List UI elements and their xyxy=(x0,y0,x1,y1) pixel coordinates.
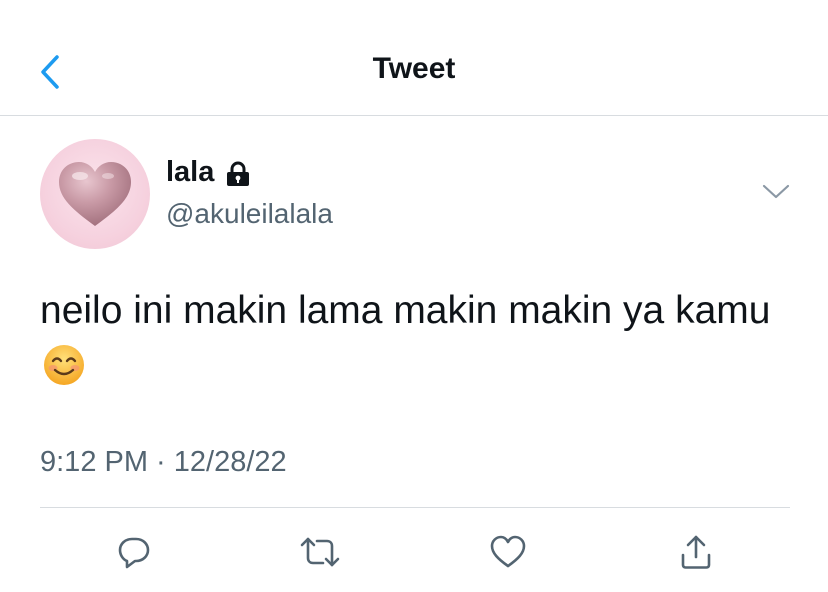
share-icon xyxy=(681,535,711,569)
smiling-face-emoji xyxy=(42,343,86,404)
tweet-timestamp[interactable]: 9:12 PM · 12/28/22 xyxy=(40,446,287,479)
divider xyxy=(40,507,790,508)
avatar[interactable] xyxy=(40,139,150,249)
like-icon xyxy=(490,535,526,568)
user-handle[interactable]: @akuleilalala xyxy=(166,198,333,230)
retweet-icon xyxy=(300,537,340,567)
display-name[interactable]: lala xyxy=(166,156,214,189)
more-options-button[interactable] xyxy=(760,180,792,204)
retweet-button[interactable] xyxy=(298,530,342,574)
share-button[interactable] xyxy=(674,530,718,574)
chevron-down-icon xyxy=(762,184,790,199)
like-button[interactable] xyxy=(486,530,530,574)
header-bar: Tweet xyxy=(0,0,828,116)
tweet-text: neilo ini makin lama makin makin ya kamu xyxy=(40,289,771,332)
page-title: Tweet xyxy=(372,52,456,85)
lock-icon xyxy=(224,161,252,187)
tweet-body: neilo ini makin lama makin makin ya kamu xyxy=(40,282,800,404)
author-name-row: lala xyxy=(166,156,252,189)
heart-icon xyxy=(59,162,131,226)
reply-button[interactable] xyxy=(112,530,156,574)
reply-icon xyxy=(118,537,150,569)
